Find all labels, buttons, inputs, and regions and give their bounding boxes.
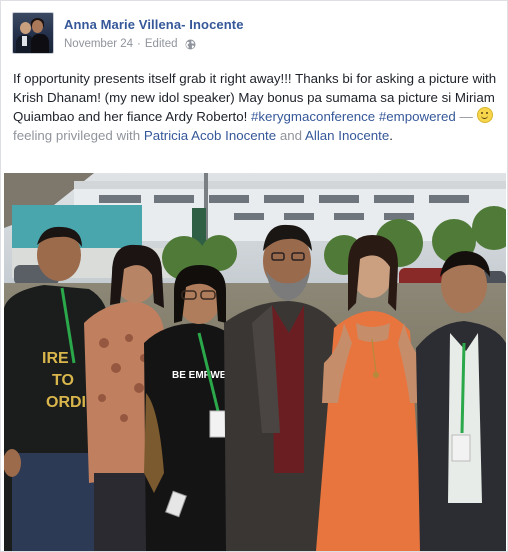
author-name[interactable]: Anna Marie Villena- Inocente (64, 17, 244, 32)
globe-icon[interactable] (185, 39, 196, 50)
shirt-text-1: IRE (42, 350, 69, 367)
tagged-patricia[interactable]: Patricia Acob Inocente (144, 128, 276, 143)
shirt-text-3: ORDI (46, 394, 86, 411)
smile-emoji-icon (477, 107, 494, 123)
post-subline: November 24 · Edited (64, 38, 244, 50)
and-text: and (276, 128, 305, 143)
shirt-text-2: TO (52, 372, 74, 389)
post-header: Anna Marie Villena- Inocente November 24… (12, 12, 244, 54)
post-date[interactable]: November 24 (64, 38, 133, 50)
group-photo-illustration: IRE TO ORDI BE EMPWE (4, 173, 506, 551)
avatar[interactable] (12, 12, 54, 54)
feeling-text: feeling privileged with (13, 128, 144, 143)
shirt-text-4: BE EMPWE (172, 370, 227, 381)
facebook-post: Anna Marie Villena- Inocente November 24… (0, 0, 508, 552)
tagged-allan[interactable]: Allan Inocente (305, 128, 389, 143)
end-punct: . (389, 128, 393, 143)
feeling-separator: — (455, 109, 477, 124)
post-photo[interactable]: IRE TO ORDI BE EMPWE (4, 173, 506, 551)
separator: · (137, 38, 141, 50)
post-meta: Anna Marie Villena- Inocente November 24… (64, 12, 244, 54)
hashtag-empowered[interactable]: #empowered (379, 109, 456, 124)
post-text: If opportunity presents itself grab it r… (13, 69, 501, 145)
hashtag-kerygmaconference[interactable]: #kerygmaconference (251, 109, 375, 124)
edited-label[interactable]: Edited (145, 38, 178, 50)
